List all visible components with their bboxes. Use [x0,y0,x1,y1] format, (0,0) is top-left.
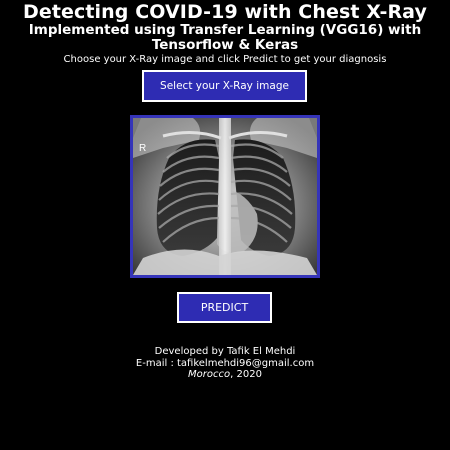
developer-credit: Developed by Tafik El Mehdi [154,346,296,357]
xray-preview: R [130,115,320,278]
predict-button[interactable]: PREDICT [177,292,272,323]
location-year: Morocco, 2020 [0,369,450,381]
location: Morocco [188,369,231,380]
page: Detecting COVID-19 with Chest X-Ray Impl… [0,0,450,450]
page-subtitle: Implemented using Transfer Learning (VGG… [28,22,422,53]
contact-email: E-mail : tafikelmehdi96@gmail.com [135,357,315,369]
year: , 2020 [230,369,262,380]
xray-side-marker: R [139,143,146,154]
select-image-button[interactable]: Select your X-Ray image [142,70,307,102]
footer: Developed by Tafik El Mehdi E-mail : taf… [0,346,450,381]
page-title: Detecting COVID-19 with Chest X-Ray [22,1,428,23]
instructions-text: Choose your X-Ray image and click Predic… [63,54,387,65]
xray-image: R [133,118,317,275]
